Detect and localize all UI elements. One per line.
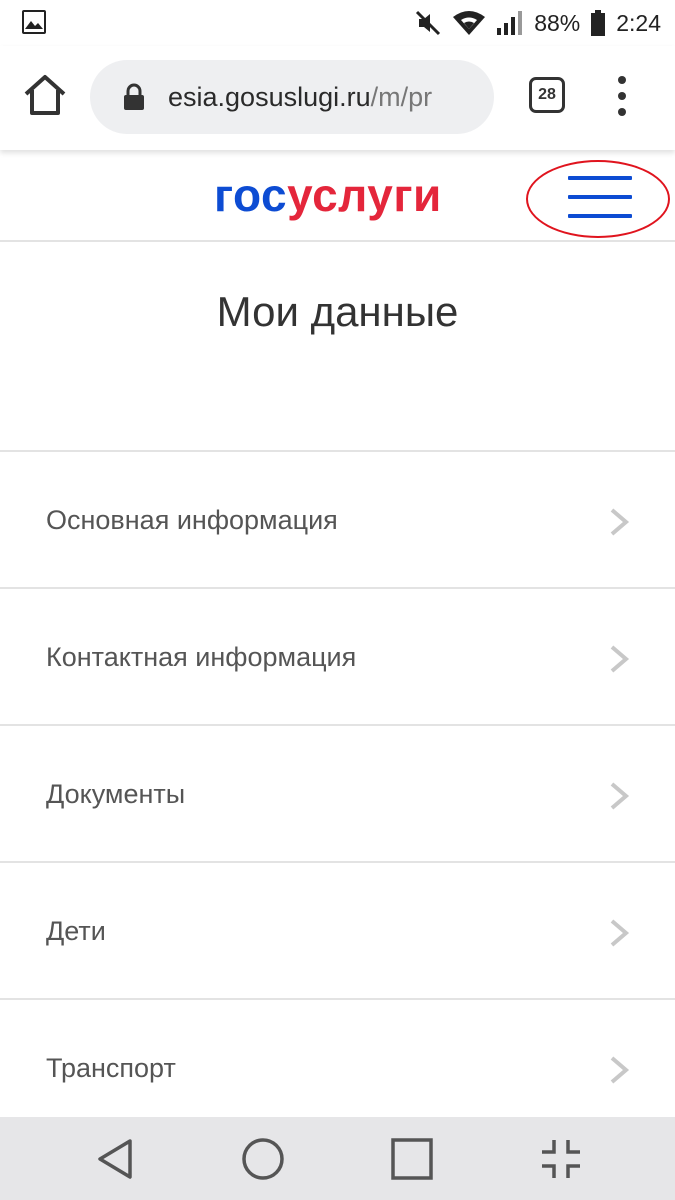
page-title: Мои данные — [216, 288, 459, 335]
profile-sections-list: Основная информация Контактная информаци… — [0, 450, 675, 1135]
overflow-menu-icon[interactable] — [612, 76, 632, 116]
list-item-label: Основная информация — [46, 505, 338, 535]
list-item-main-info[interactable]: Основная информация — [0, 450, 675, 587]
chevron-right-icon — [610, 919, 630, 947]
home-icon[interactable] — [22, 72, 68, 118]
tab-switcher-button[interactable]: 28 — [529, 77, 565, 113]
list-item-label: Дети — [46, 916, 106, 946]
signal-icon — [497, 11, 523, 35]
lock-icon — [124, 83, 144, 110]
list-item-transport[interactable]: Транспорт — [0, 998, 675, 1135]
shrink-icon[interactable] — [538, 1136, 584, 1182]
list-item-contact-info[interactable]: Контактная информация — [0, 587, 675, 724]
browser-toolbar: esia.gosuslugi.ru/m/pr 28 — [0, 46, 675, 150]
system-nav-bar — [0, 1117, 675, 1200]
list-item-label: Документы — [46, 779, 186, 809]
logo-gos: гос — [214, 169, 288, 221]
image-notification-icon — [22, 10, 46, 34]
chevron-right-icon — [610, 1056, 630, 1084]
tab-count: 28 — [538, 86, 556, 103]
logo-uslugi: услуги — [287, 169, 442, 221]
chevron-right-icon — [610, 508, 630, 536]
url-path: /m/pr — [370, 82, 433, 112]
site-header: госуслуги — [0, 150, 675, 242]
battery-icon — [591, 10, 606, 36]
list-item-children[interactable]: Дети — [0, 861, 675, 998]
chevron-right-icon — [610, 645, 630, 673]
home-circle-icon[interactable] — [240, 1136, 286, 1182]
recents-icon[interactable] — [389, 1136, 435, 1182]
chevron-right-icon — [610, 782, 630, 810]
status-bar: 88% 2:24 — [0, 0, 675, 46]
gosuslugi-logo[interactable]: госуслуги — [214, 168, 442, 222]
hamburger-icon[interactable] — [568, 172, 634, 222]
battery-percent: 88% — [534, 9, 581, 36]
address-bar[interactable]: esia.gosuslugi.ru/m/pr — [90, 60, 494, 134]
url-host: esia.gosuslugi.ru — [168, 82, 371, 112]
list-item-documents[interactable]: Документы — [0, 724, 675, 861]
clock: 2:24 — [616, 9, 661, 36]
mute-icon — [416, 10, 441, 36]
wifi-icon — [453, 11, 486, 35]
url-text: esia.gosuslugi.ru/m/pr — [168, 60, 432, 134]
back-icon[interactable] — [92, 1136, 138, 1182]
list-item-label: Контактная информация — [46, 642, 357, 672]
